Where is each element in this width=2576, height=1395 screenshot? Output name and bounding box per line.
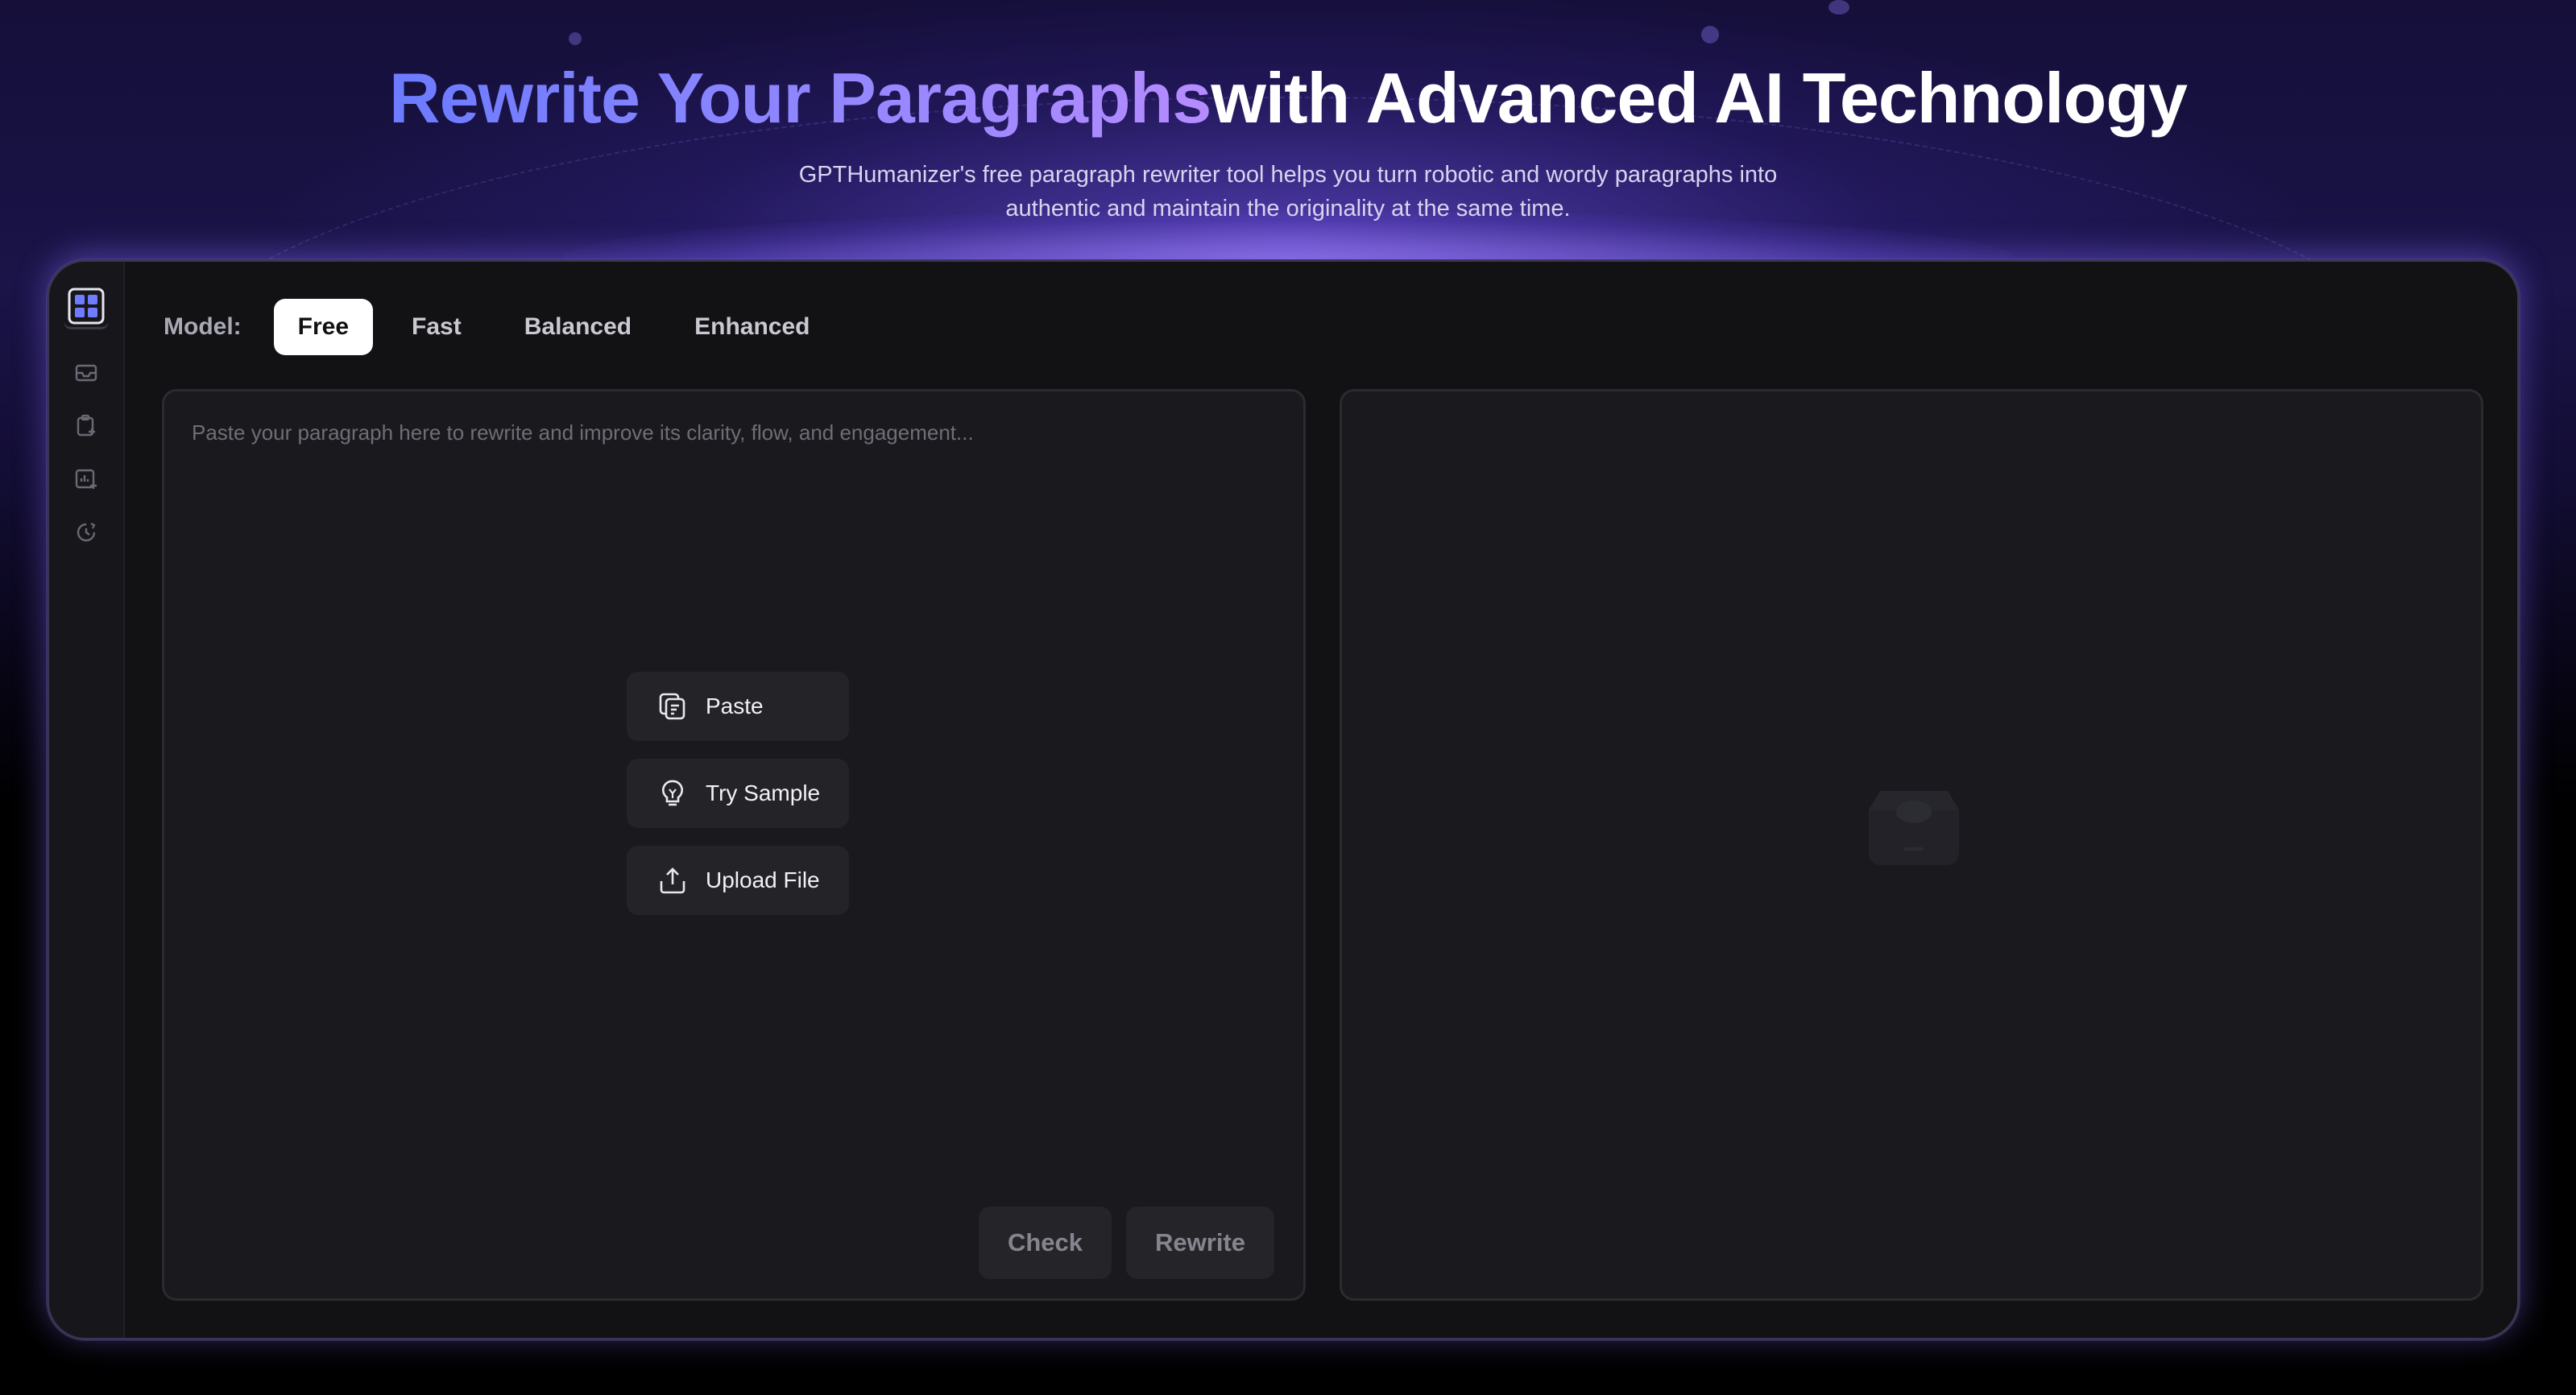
input-actions: Paste Try Sample Upload File xyxy=(627,672,849,933)
model-label: Model: xyxy=(164,313,242,340)
model-tab-balanced[interactable]: Balanced xyxy=(500,299,656,355)
decorative-dot xyxy=(1701,26,1719,43)
output-panel xyxy=(1340,389,2483,1301)
empty-box-icon xyxy=(1869,791,1959,865)
page: Rewrite Your Paragraphswith Advanced AI … xyxy=(0,0,2576,1395)
model-selector: Model: Free Fast Balanced Enhanced xyxy=(164,299,848,355)
decorative-dot xyxy=(1828,0,1849,14)
title-accent: Rewrite Your Paragraphs xyxy=(389,58,1211,138)
sidebar-item-history[interactable] xyxy=(64,510,109,555)
upload-file-label: Upload File xyxy=(706,867,820,892)
rewriter-app: Model: Free Fast Balanced Enhanced Paste xyxy=(47,259,2520,1340)
inbox-icon xyxy=(75,364,97,382)
upload-file-button[interactable]: Upload File xyxy=(627,846,849,915)
upload-icon xyxy=(660,867,685,894)
hero: Rewrite Your Paragraphswith Advanced AI … xyxy=(0,56,2576,226)
editor-buttons: Check Rewrite xyxy=(964,1207,1274,1279)
try-sample-label: Try Sample xyxy=(706,780,821,805)
input-panel: Paste Try Sample xyxy=(162,389,1306,1301)
paste-icon xyxy=(659,693,685,720)
clipboard-add-icon xyxy=(77,414,95,437)
lightbulb-icon xyxy=(662,780,683,806)
page-title: Rewrite Your Paragraphswith Advanced AI … xyxy=(0,56,2576,140)
model-tab-fast[interactable]: Fast xyxy=(387,299,486,355)
sidebar-item-clipboard[interactable] xyxy=(64,404,109,449)
paste-label: Paste xyxy=(706,693,764,718)
main-content: Model: Free Fast Balanced Enhanced Paste xyxy=(125,262,2517,1338)
history-clock-icon xyxy=(77,523,96,542)
check-button[interactable]: Check xyxy=(978,1207,1112,1279)
sidebar-item-analytics[interactable] xyxy=(64,457,109,502)
page-subtitle: GPTHumanizer's free paragraph rewriter t… xyxy=(798,162,1778,221)
sidebar-item-apps[interactable] xyxy=(64,284,109,329)
model-tab-enhanced[interactable]: Enhanced xyxy=(670,299,834,355)
sidebar-item-inbox[interactable] xyxy=(64,350,109,395)
model-tab-free[interactable]: Free xyxy=(273,299,374,355)
rewrite-button[interactable]: Rewrite xyxy=(1126,1207,1274,1279)
decorative-dot xyxy=(569,32,582,45)
title-rest: with Advanced AI Technology xyxy=(1211,58,2188,138)
grid-apps-icon xyxy=(68,288,105,324)
sidebar xyxy=(49,262,125,1338)
paste-button[interactable]: Paste xyxy=(627,672,849,741)
chart-add-icon xyxy=(75,469,97,489)
try-sample-button[interactable]: Try Sample xyxy=(627,759,849,828)
